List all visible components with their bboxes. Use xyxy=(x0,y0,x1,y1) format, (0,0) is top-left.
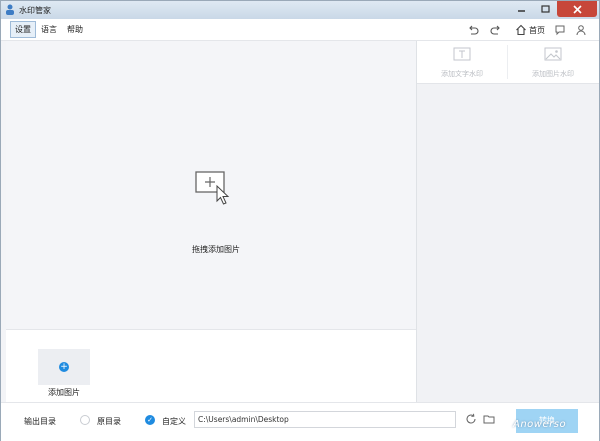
home-label[interactable]: 首页 xyxy=(529,25,545,36)
minimize-button[interactable] xyxy=(509,1,533,17)
watermark-tabs: 添加文字水印 添加图片水印 xyxy=(417,41,599,84)
image-drop-area[interactable]: 拖拽添加图片 xyxy=(6,41,416,329)
window-controls xyxy=(509,1,597,17)
radio-original-dir[interactable] xyxy=(80,415,90,425)
close-button[interactable] xyxy=(557,1,597,17)
output-path-input[interactable] xyxy=(194,411,456,428)
thumbnail-strip: + 添加图片 xyxy=(6,329,416,402)
chat-bubble-icon xyxy=(555,25,565,36)
tab-image-watermark-label: 添加图片水印 xyxy=(532,70,574,78)
close-icon xyxy=(572,4,582,14)
drop-hint-label: 拖拽添加图片 xyxy=(192,245,240,254)
tab-text-watermark-label: 添加文字水印 xyxy=(441,70,483,78)
folder-open-icon[interactable] xyxy=(483,413,495,425)
home-icon xyxy=(516,24,526,36)
menu-settings[interactable]: 设置 xyxy=(10,21,36,38)
maximize-button[interactable] xyxy=(533,1,557,17)
user-icon xyxy=(576,25,586,36)
tab-image-watermark[interactable]: 添加图片水印 xyxy=(508,41,598,83)
home-button[interactable] xyxy=(514,23,528,37)
text-watermark-icon xyxy=(453,47,471,61)
app-window: 水印管家 设置 语言 帮助 首页 拖拽添加图片 + 添加图片 添加文字水印 添加… xyxy=(0,0,600,441)
add-image-tile[interactable]: + xyxy=(38,349,90,385)
watermark-panel: 添加文字水印 添加图片水印 xyxy=(417,41,599,402)
minimize-icon xyxy=(517,9,525,12)
output-dir-label: 输出目录 xyxy=(24,417,56,426)
plus-icon: + xyxy=(59,362,69,372)
feedback-button[interactable] xyxy=(553,23,567,37)
output-bar: 输出目录 原目录 ✓ 自定义 转换 xyxy=(1,402,599,441)
original-dir-label[interactable]: 原目录 xyxy=(97,416,121,427)
site-watermark: Anowerso xyxy=(513,419,567,430)
window-title: 水印管家 xyxy=(19,6,51,15)
redo-icon xyxy=(490,25,500,35)
undo-icon xyxy=(469,25,479,35)
undo-button[interactable] xyxy=(466,23,480,37)
redo-button[interactable] xyxy=(489,23,503,37)
add-image-drop-icon xyxy=(195,171,230,205)
add-image-label[interactable]: 添加图片 xyxy=(34,387,94,398)
menu-help[interactable]: 帮助 xyxy=(63,22,87,37)
refresh-icon[interactable] xyxy=(465,413,477,425)
image-watermark-icon xyxy=(544,47,562,61)
tab-text-watermark[interactable]: 添加文字水印 xyxy=(417,41,507,83)
account-button[interactable] xyxy=(574,23,588,37)
custom-dir-label[interactable]: 自定义 xyxy=(162,416,186,427)
title-bar[interactable]: 水印管家 xyxy=(1,1,599,19)
menu-bar: 设置 语言 帮助 首页 xyxy=(1,19,599,41)
app-logo-icon xyxy=(6,4,14,15)
menu-language[interactable]: 语言 xyxy=(37,22,61,37)
radio-custom-dir[interactable]: ✓ xyxy=(145,415,155,425)
maximize-icon xyxy=(540,4,550,13)
